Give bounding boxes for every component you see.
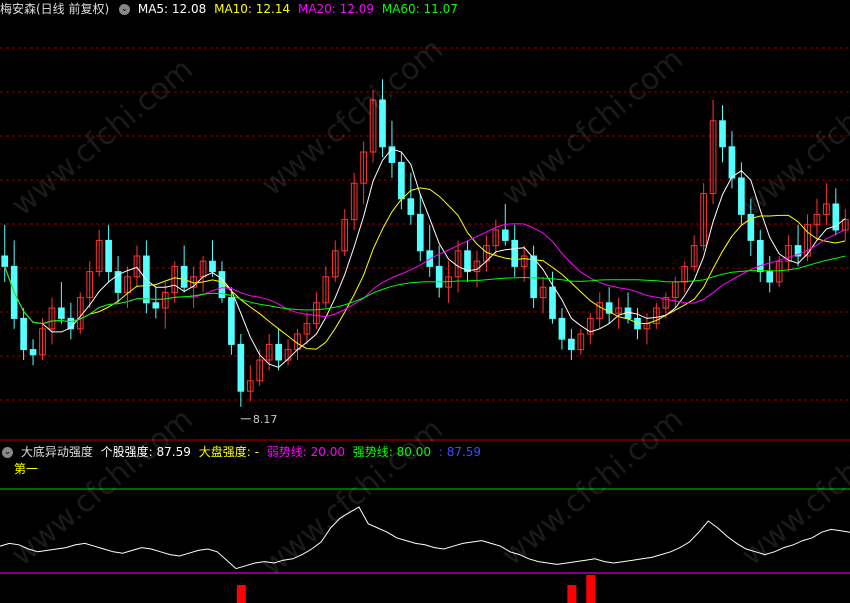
candle-body — [379, 99, 386, 148]
indicator-header: ⌄ 大底异动强度 个股强度: 87.59 大盘强度: - 弱势线: 20.00 … — [0, 443, 485, 461]
signal-bar — [236, 585, 246, 603]
ma5-label: MA5: 12.08 — [137, 2, 207, 16]
candle-body — [209, 260, 216, 273]
strength-line — [0, 506, 850, 570]
ma10-line — [4, 187, 846, 350]
ma10-label: MA10: 12.14 — [214, 2, 291, 16]
candle-body — [407, 198, 415, 215]
candle-body — [568, 338, 575, 351]
ma20-line — [4, 223, 846, 325]
candle-body — [549, 286, 556, 319]
indicator-name[interactable]: 大底异动强度 — [21, 445, 93, 459]
candle-body — [180, 265, 188, 288]
market-strength-label: 大盘强度: - — [198, 445, 259, 459]
candle-body — [20, 317, 27, 351]
candle-body — [416, 213, 424, 252]
signal-bar — [586, 575, 596, 603]
candle-body — [464, 250, 471, 273]
candle-body — [719, 120, 726, 148]
low-price-label: 8.17 — [253, 413, 277, 426]
candle-body — [501, 229, 509, 241]
candle-body — [58, 307, 65, 319]
stock-title[interactable]: 梅安森(日线 前复权) — [0, 2, 109, 16]
strong-line-label: 强势线: 80.00 — [352, 445, 432, 459]
candle-body — [435, 265, 443, 288]
stock-strength-label: 个股强度: 87.59 — [100, 445, 191, 459]
chevron-down-icon[interactable]: ⌄ — [119, 4, 131, 15]
ma60-label: MA60: 11.07 — [381, 2, 458, 16]
first-label: 第一 — [14, 462, 39, 476]
weak-line-label: 弱势线: 20.00 — [266, 445, 345, 459]
candle-body — [29, 349, 37, 356]
candle-body — [511, 239, 519, 267]
stock-chart: 8.17 — [0, 47, 850, 603]
ma20-label: MA20: 12.09 — [297, 2, 375, 16]
chevron-down-icon[interactable]: ⌄ — [2, 447, 13, 458]
candle-body — [728, 146, 736, 179]
candle-body — [1, 255, 9, 267]
candle-body — [275, 343, 282, 361]
candle-body — [398, 161, 405, 200]
candle-body — [558, 317, 566, 340]
candle-body — [237, 343, 245, 392]
main-header: 梅安森(日线 前复权) ⌄ MA5: 12.08 MA10: 12.14 MA2… — [0, 0, 462, 18]
candle-body — [530, 255, 537, 299]
candle-body — [738, 177, 745, 215]
candle-body — [105, 239, 112, 273]
candle-body — [228, 297, 235, 345]
candle-body — [766, 271, 774, 283]
extra-value-label: : 87.59 — [438, 445, 482, 459]
candle-body — [152, 302, 160, 309]
signal-bar — [567, 585, 577, 603]
